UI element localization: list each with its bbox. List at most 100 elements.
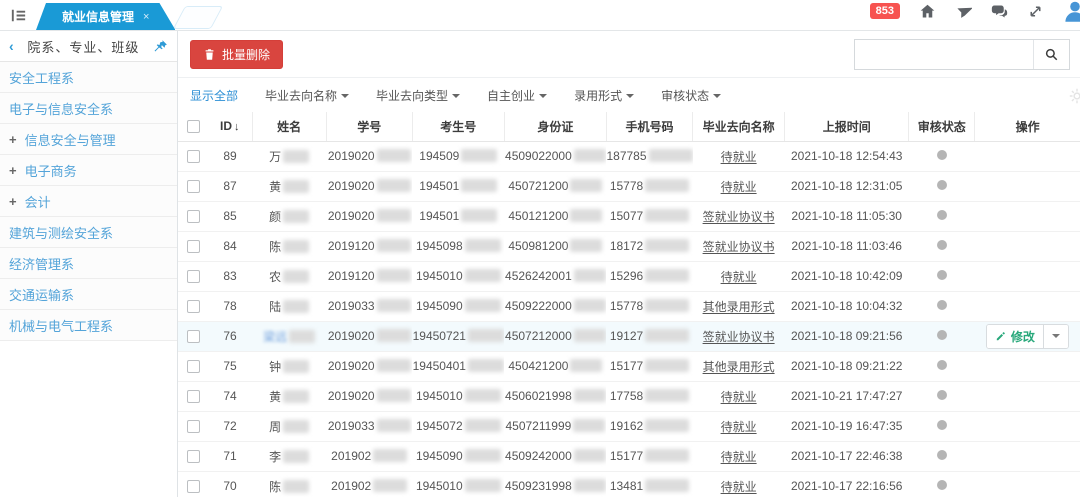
destination-link[interactable]: 其他录用形式 [703,360,775,374]
plus-icon[interactable]: + [9,164,17,177]
sidebar-item-8[interactable]: 机械与电气工程系 [0,310,177,341]
cell-student-no: 2019020 [326,351,412,381]
sidebar-item-6[interactable]: 经济管理系 [0,248,177,279]
sidebar-item-7[interactable]: 交通运输系 [0,279,177,310]
cell-report-time: 2021-10-18 10:04:32 [785,291,909,321]
plus-icon[interactable]: + [9,133,17,146]
sidebar-item-0[interactable]: 安全工程系 [0,62,177,93]
redacted-student-no [377,269,411,282]
destination-link[interactable]: 待就业 [721,150,757,164]
cell-actions: 修改 [975,381,1080,411]
cell-exam-no: 1945072 [412,411,504,441]
sidebar-title: 院系、专业、班级 [14,37,153,56]
student-name-link[interactable]: 梁远 [263,330,287,344]
caret-down-icon [452,94,460,98]
row-checkbox[interactable] [187,240,200,253]
destination-link[interactable]: 待就业 [721,180,757,194]
destination-link[interactable]: 其他录用形式 [703,300,775,314]
filter-dropdown-3[interactable]: 录用形式 [574,87,634,104]
cell-audit-status [909,381,975,411]
row-checkbox[interactable] [187,270,200,283]
filter-dropdown-2[interactable]: 自主创业 [487,87,547,104]
menu-toggle-icon[interactable] [9,6,28,28]
close-tab-icon[interactable]: × [143,11,149,23]
home-icon[interactable] [919,3,936,20]
column-header-0[interactable]: ID↓ [208,112,252,141]
cell-report-time: 2021-10-18 09:21:56 [785,321,909,351]
cell-audit-status [909,231,975,261]
redacted-student-no [377,419,411,432]
redacted-student-no [377,329,411,342]
redacted-phone [645,479,689,492]
sidebar-header: ‹ 院系、专业、班级 [0,31,177,62]
destination-link[interactable]: 待就业 [721,450,757,464]
destination-link[interactable]: 待就业 [721,420,757,434]
destination-link[interactable]: 待就业 [721,390,757,404]
destination-link[interactable]: 待就业 [721,270,757,284]
cell-id: 76 [208,321,252,351]
expand-icon[interactable] [1027,3,1044,20]
sidebar-item-4[interactable]: + 会计 [0,186,177,217]
filter-dropdown-4[interactable]: 审核状态 [661,87,721,104]
row-checkbox[interactable] [187,360,200,373]
table-row: 83 农 2019120 1945010 4526242001 15296 待就… [178,261,1080,291]
plus-icon[interactable]: + [9,195,17,208]
row-checkbox[interactable] [187,450,200,463]
show-all-link[interactable]: 显示全部 [190,87,238,104]
pin-icon[interactable] [153,39,168,54]
row-checkbox[interactable] [187,480,200,493]
destination-link[interactable]: 签就业协议书 [703,330,775,344]
row-checkbox[interactable] [187,300,200,313]
redacted-phone [645,449,689,462]
status-dot-icon [937,270,947,280]
filter-dropdown-0[interactable]: 毕业去向名称 [265,87,349,104]
cell-phone: 187785 [606,141,692,171]
row-checkbox[interactable] [187,420,200,433]
row-checkbox[interactable] [187,330,200,343]
chat-icon[interactable] [991,3,1008,20]
filter-dropdown-1[interactable]: 毕业去向类型 [376,87,460,104]
destination-link[interactable]: 签就业协议书 [703,210,775,224]
cell-audit-status [909,441,975,471]
sidebar-item-5[interactable]: 建筑与测绘安全系 [0,217,177,248]
more-actions-button[interactable] [1044,325,1068,348]
sort-desc-icon[interactable]: ↓ [234,121,240,133]
cell-id-card: 450981200 [504,231,606,261]
redacted-name [283,300,309,313]
cell-phone: 19127 [606,321,692,351]
user-avatar-icon[interactable] [1063,0,1080,23]
redacted-id-card [574,299,606,312]
cell-exam-no: 19450401 [412,351,504,381]
row-checkbox[interactable] [187,150,200,163]
cell-exam-no: 19450721 [412,321,504,351]
cell-destination: 待就业 [693,141,785,171]
cell-id-card: 4507212000 [504,321,606,351]
sidebar-item-3[interactable]: + 电子商务 [0,155,177,186]
select-all-checkbox[interactable] [187,120,200,133]
destination-link[interactable]: 待就业 [721,480,757,494]
destination-link[interactable]: 签就业协议书 [703,240,775,254]
redacted-name [283,450,309,463]
edit-button[interactable]: 修改 [987,325,1044,348]
cell-id: 78 [208,291,252,321]
new-tab-placeholder[interactable] [173,6,223,29]
gear-icon[interactable] [1068,87,1080,108]
column-header-1: 姓名 [252,112,326,141]
redacted-id-card [570,179,602,192]
cell-exam-no: 1945010 [412,261,504,291]
send-icon[interactable] [955,3,972,20]
notification-badge[interactable]: 853 [870,3,900,19]
row-checkbox[interactable] [187,180,200,193]
search-input[interactable] [855,40,1033,69]
row-checkbox[interactable] [187,210,200,223]
search-button[interactable] [1033,40,1069,69]
status-dot-icon [937,480,947,490]
status-dot-icon [937,390,947,400]
top-bar: 就业信息管理 × 853 [0,0,1080,31]
sidebar-item-1[interactable]: 电子与信息安全系 [0,93,177,124]
sidebar-item-2[interactable]: + 信息安全与管理 [0,124,177,155]
batch-delete-button[interactable]: 批量删除 [190,40,283,69]
search-box [854,39,1070,70]
row-checkbox[interactable] [187,390,200,403]
tab-employment-info[interactable]: 就业信息管理 × [36,3,175,30]
